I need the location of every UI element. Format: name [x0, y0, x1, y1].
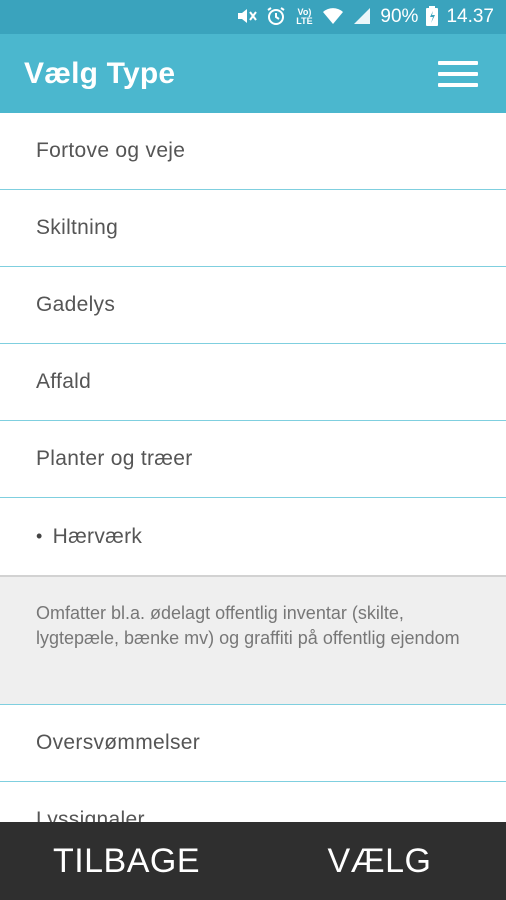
- select-button[interactable]: VÆLG: [253, 822, 506, 900]
- alarm-icon: [266, 6, 286, 29]
- list-item-label: Affald: [36, 370, 92, 393]
- clock: 14.37: [446, 6, 494, 27]
- page-title: Vælg Type: [24, 56, 176, 90]
- selected-item-description: Omfatter bl.a. ødelagt offentlig inventa…: [0, 575, 506, 705]
- list-item-fortove-og-veje[interactable]: Fortove og veje: [0, 113, 506, 190]
- list-item-planter-og-traeer[interactable]: Planter og træer: [0, 421, 506, 498]
- list-item-label: Gadelys: [36, 293, 116, 316]
- list-item-label: Fortove og veje: [36, 139, 186, 162]
- list-item-label: Hærværk: [52, 524, 143, 548]
- mute-icon: [236, 7, 258, 28]
- selected-bullet: •: [36, 526, 43, 546]
- list-item-haervaerk[interactable]: • Hærværk: [0, 498, 506, 575]
- list-item-lyssignaler[interactable]: Lyssignaler: [0, 782, 506, 823]
- hamburger-menu-icon[interactable]: [438, 60, 478, 87]
- bottom-action-bar: TILBAGE VÆLG: [0, 822, 506, 900]
- back-button[interactable]: TILBAGE: [0, 822, 253, 900]
- signal-icon: [352, 7, 372, 28]
- list-item-skiltning[interactable]: Skiltning: [0, 190, 506, 267]
- battery-icon: [426, 5, 439, 29]
- type-list: Fortove og veje Skiltning Gadelys Affald…: [0, 113, 506, 823]
- list-item-label: Skiltning: [36, 216, 119, 239]
- list-item-oversvoemmelser[interactable]: Oversvømmelser: [0, 705, 506, 782]
- battery-percent: 90%: [380, 6, 419, 27]
- app-bar: Vælg Type: [0, 34, 506, 113]
- status-bar: Vo) LTE 90% 14.37: [0, 0, 506, 34]
- wifi-icon: [322, 7, 344, 28]
- list-item-label: Oversvømmelser: [36, 731, 201, 754]
- list-item-gadelys[interactable]: Gadelys: [0, 267, 506, 344]
- list-item-affald[interactable]: Affald: [0, 344, 506, 421]
- list-item-label: Lyssignaler: [36, 808, 145, 823]
- volte-icon: Vo) LTE: [296, 7, 313, 26]
- list-item-label: Planter og træer: [36, 447, 193, 470]
